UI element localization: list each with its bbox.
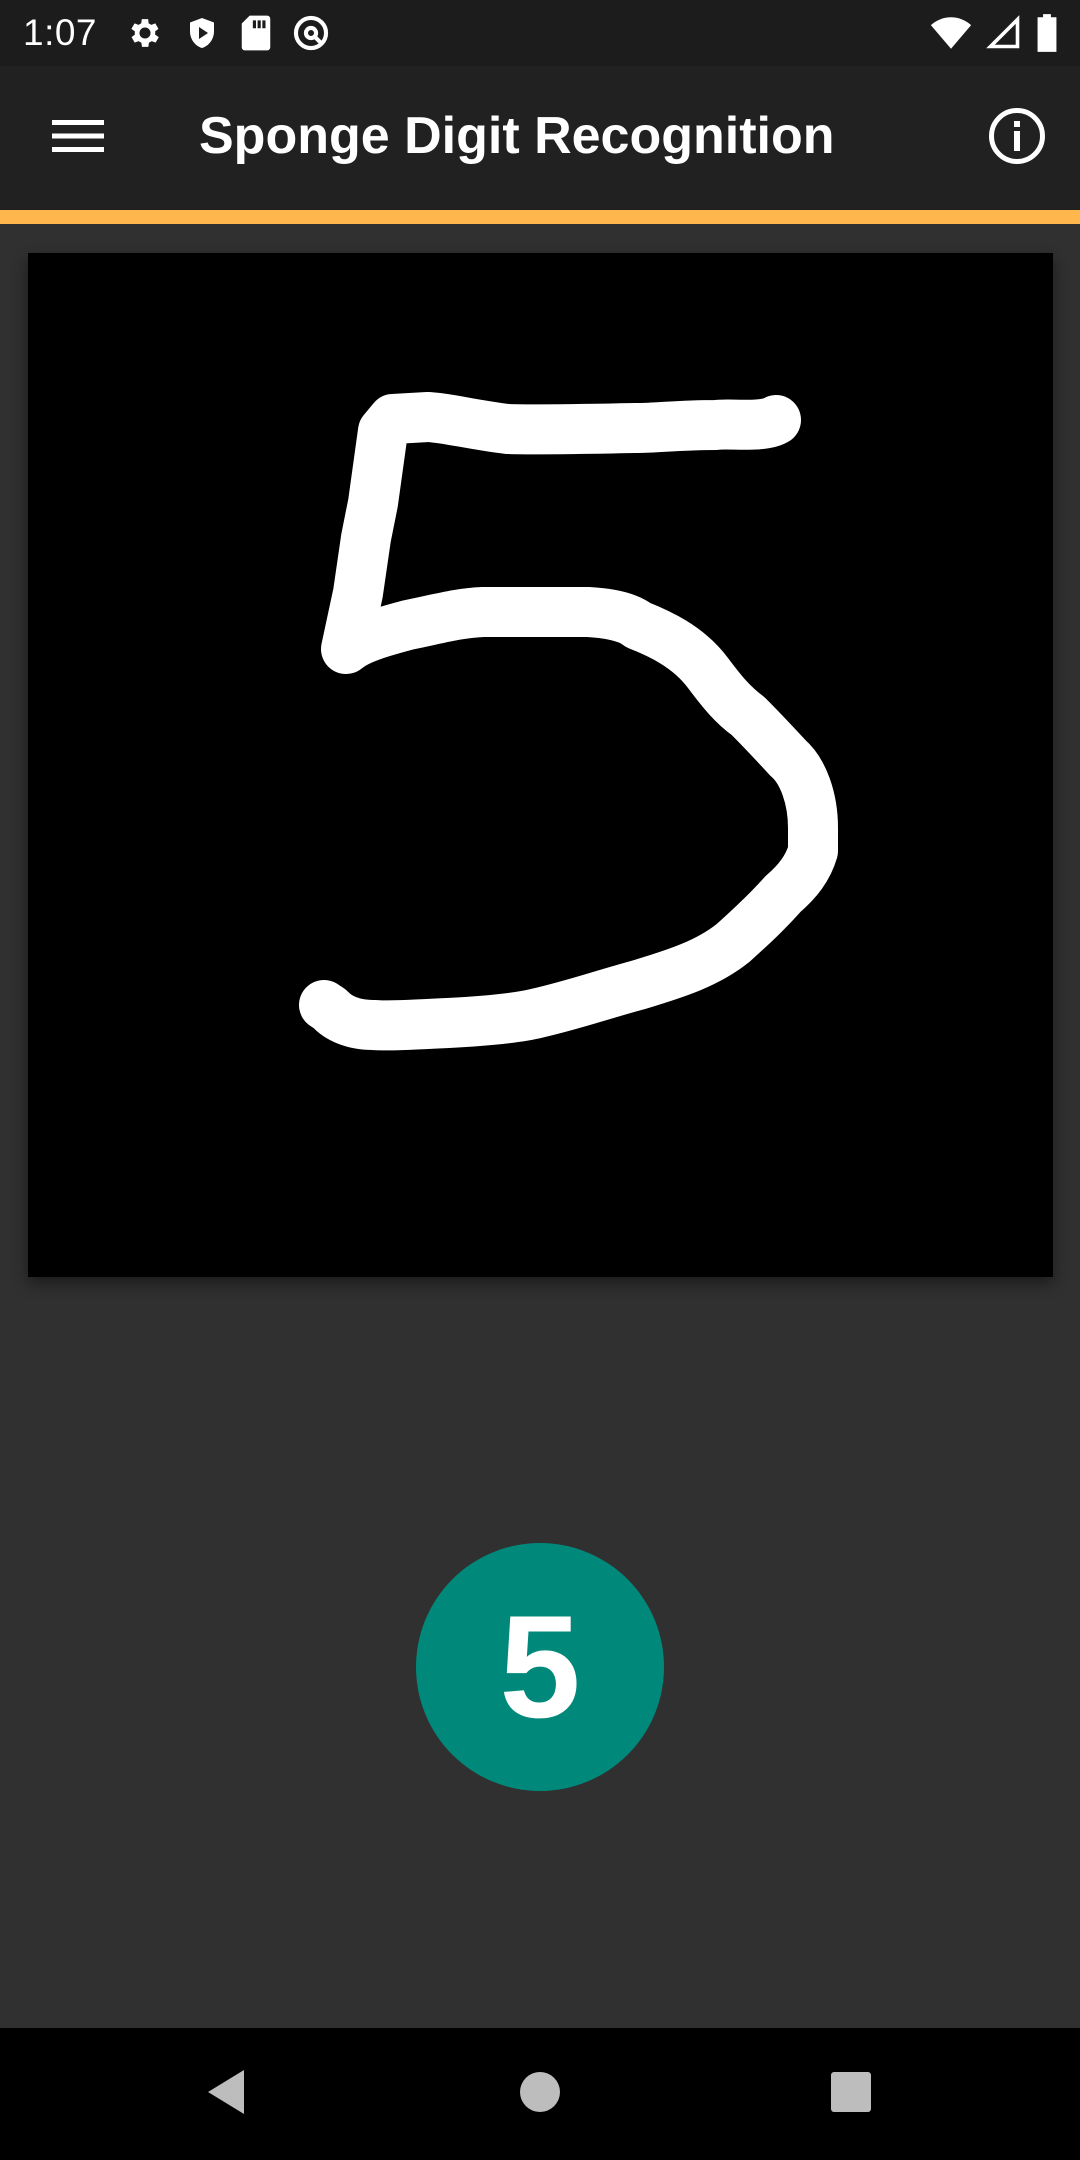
status-time: 1:07 xyxy=(23,12,98,53)
recents-square-icon xyxy=(829,2070,873,2119)
app-bar-accent-line xyxy=(0,210,1080,224)
home-button[interactable] xyxy=(504,2058,576,2130)
cell-signal-icon xyxy=(986,15,1022,51)
drawn-digit-stroke xyxy=(299,392,838,1051)
recognized-digit: 5 xyxy=(499,1585,581,1748)
recents-button[interactable] xyxy=(815,2058,887,2130)
at-sign-icon xyxy=(292,14,330,52)
menu-button[interactable] xyxy=(36,96,120,180)
app-bar: Sponge Digit Recognition xyxy=(0,66,1080,210)
info-button[interactable] xyxy=(984,105,1050,171)
sd-card-icon xyxy=(240,14,272,52)
hamburger-menu-icon xyxy=(52,118,104,159)
navigation-bar xyxy=(0,2028,1080,2160)
status-notification-icons xyxy=(126,14,330,52)
drawing-canvas[interactable] xyxy=(28,253,1053,1277)
info-icon xyxy=(988,107,1046,170)
wifi-icon xyxy=(930,15,972,51)
shield-play-icon xyxy=(184,14,220,52)
battery-icon xyxy=(1036,14,1058,52)
back-button[interactable] xyxy=(190,2058,262,2130)
home-circle-icon xyxy=(518,2070,562,2119)
settings-icon xyxy=(126,14,164,52)
app-title: Sponge Digit Recognition xyxy=(199,107,835,165)
recognized-digit-badge: 5 xyxy=(416,1543,664,1791)
back-triangle-icon xyxy=(204,2068,248,2121)
status-system-icons xyxy=(930,14,1058,52)
status-bar: 1:07 xyxy=(0,0,1080,66)
